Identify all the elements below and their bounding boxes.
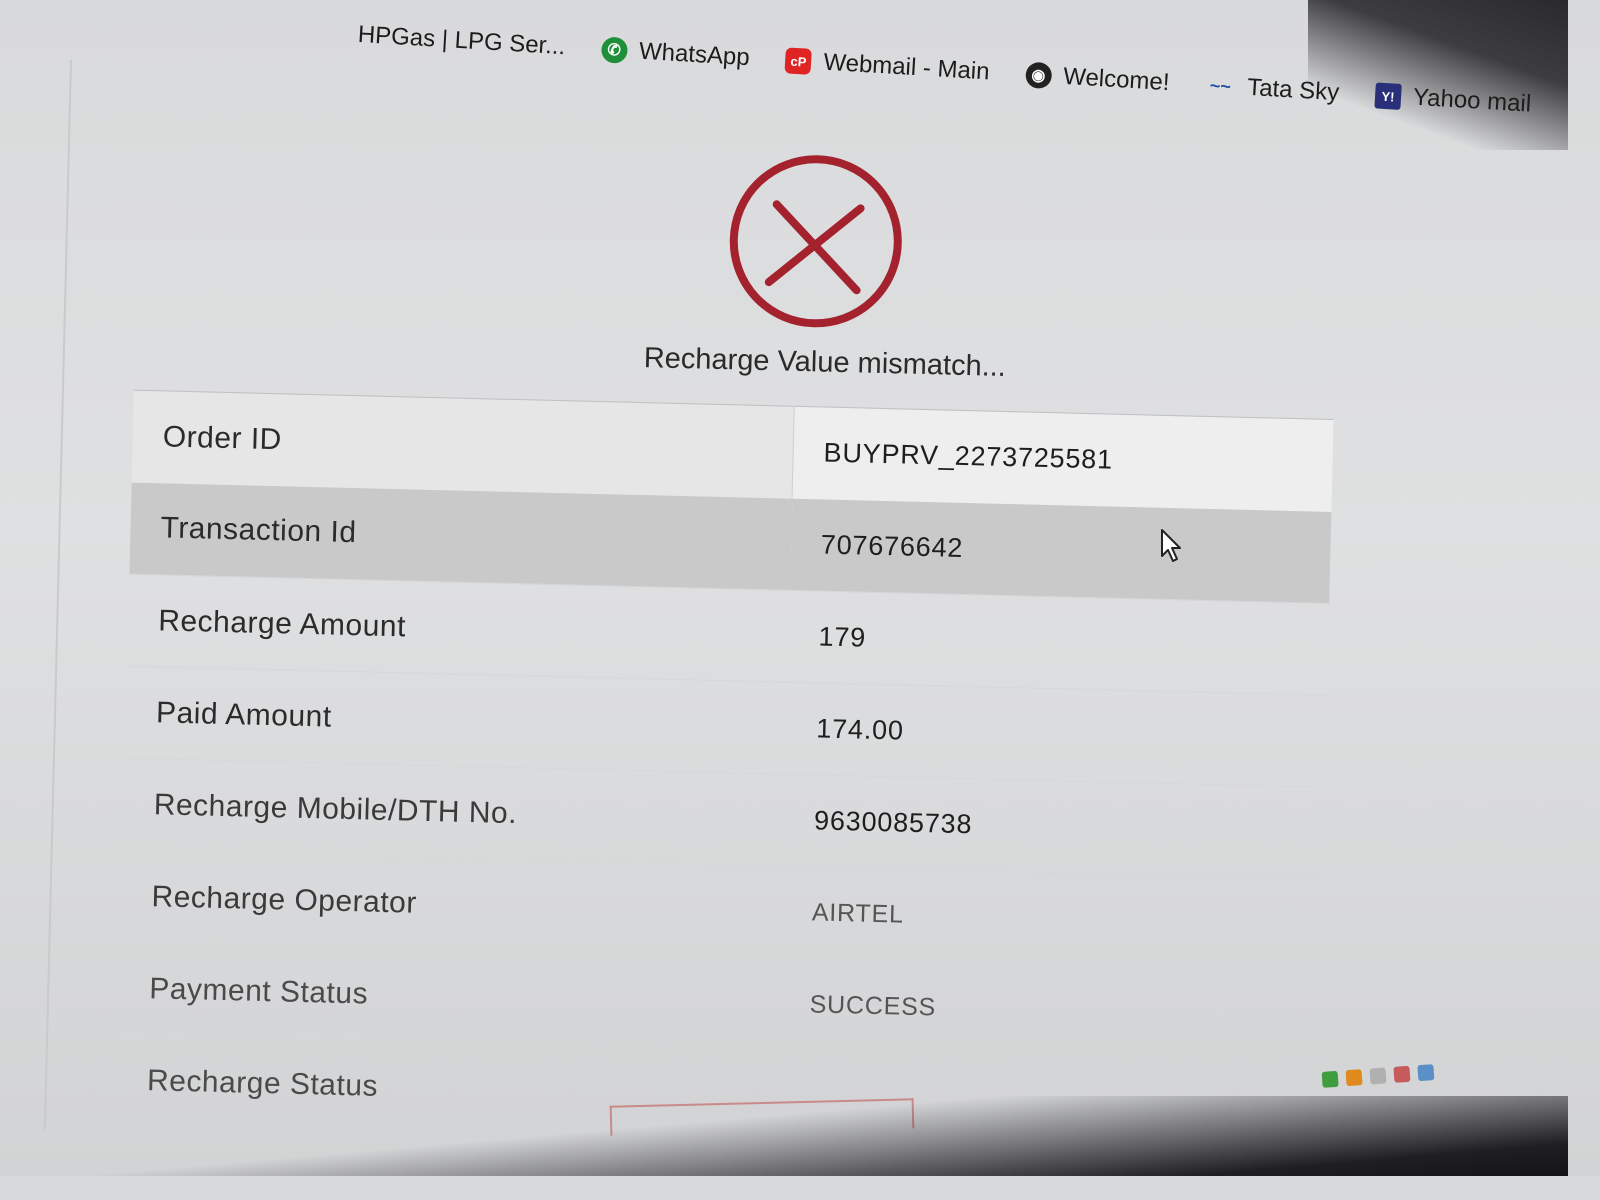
bookmark-label: WhatsApp xyxy=(638,37,751,72)
row-value: SUCCESS xyxy=(778,958,1321,1064)
row-value: 9630085738 xyxy=(783,774,1325,880)
row-value: BUYPRV_2273725581 xyxy=(792,406,1334,512)
tray-icon[interactable] xyxy=(1345,1069,1363,1087)
row-value: AIRTEL xyxy=(780,866,1323,972)
tray-icon[interactable] xyxy=(1369,1067,1387,1085)
bookmark-hpgas[interactable]: HPGas | LPG Ser... xyxy=(357,21,566,61)
status-message: Recharge Value mismatch... xyxy=(643,342,1007,383)
row-value: 174.00 xyxy=(785,682,1327,788)
tray-icon[interactable] xyxy=(1393,1065,1411,1083)
row-label: Payment Status xyxy=(118,941,781,1051)
webmail-icon: cP xyxy=(784,47,813,75)
error-x-icon xyxy=(729,155,902,328)
recharge-details-table: Order ID BUYPRV_2273725581 Transaction I… xyxy=(115,389,1334,1156)
tray-icon[interactable] xyxy=(1321,1070,1339,1088)
row-label: Paid Amount xyxy=(124,666,788,775)
tray-icon[interactable] xyxy=(1417,1064,1435,1082)
row-label: Recharge Amount xyxy=(127,574,790,683)
bookmark-whatsapp[interactable]: ✆ WhatsApp xyxy=(600,35,750,72)
row-label: Recharge Operator xyxy=(120,850,784,959)
row-label: Recharge Mobile/DTH No. xyxy=(122,758,786,867)
whatsapp-icon: ✆ xyxy=(600,36,628,64)
row-value: 179 xyxy=(787,590,1330,696)
result-page: Recharge Value mismatch... Order ID BUYP… xyxy=(43,60,1432,1163)
row-label: Transaction Id xyxy=(129,482,793,591)
row-label: Order ID xyxy=(131,390,795,499)
row-value: 707676642 xyxy=(789,498,1332,604)
bookmark-label: HPGas | LPG Ser... xyxy=(357,20,567,61)
mouse-pointer-icon xyxy=(1161,529,1181,562)
